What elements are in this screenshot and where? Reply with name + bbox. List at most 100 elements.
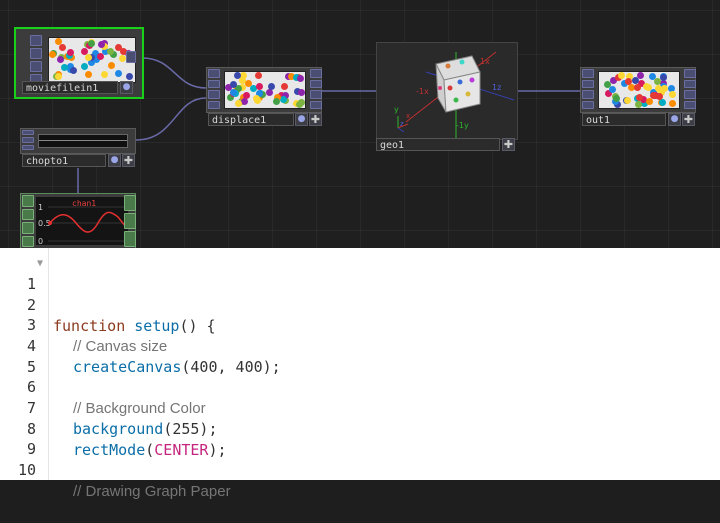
- confetti-dot: [97, 53, 104, 60]
- node-chopto1[interactable]: chopto1 ● ✚: [20, 128, 138, 170]
- node-input-ports[interactable]: [22, 195, 34, 247]
- confetti-dot: [88, 40, 95, 47]
- node-output-port[interactable]: [126, 51, 136, 63]
- confetti-dot: [266, 89, 273, 96]
- confetti-dot: [613, 95, 620, 102]
- confetti-dot: [49, 51, 56, 58]
- confetti-dot: [609, 86, 616, 93]
- confetti-dot: [632, 77, 639, 84]
- confetti-dot: [101, 71, 108, 78]
- preview-dots-image: [49, 38, 135, 82]
- node-label-chopto1[interactable]: chopto1: [22, 154, 106, 167]
- node-moviefilein1[interactable]: moviefilein1 ●: [14, 27, 144, 99]
- code-editor[interactable]: 1 ▼ function setup() { 2 3 // Canvas siz…: [0, 248, 720, 500]
- node-input-ports[interactable]: [22, 130, 34, 150]
- axis-label-y: y: [394, 105, 399, 114]
- node-output-ports[interactable]: [310, 69, 322, 109]
- out-preview: [598, 71, 680, 109]
- viewer-toggle-icon[interactable]: ●: [295, 113, 308, 126]
- node-network-editor[interactable]: moviefilein1 ● displace1 ● ✚ -1x 1x -1y …: [0, 0, 720, 248]
- axis-label-neg-y: -1y: [456, 121, 469, 130]
- moviefilein-preview: [48, 37, 136, 83]
- confetti-dot: [660, 74, 667, 81]
- code-line[interactable]: 9: [0, 418, 720, 458]
- confetti-dot: [115, 44, 122, 51]
- node-input-ports[interactable]: [30, 35, 42, 85]
- confetti-dot: [659, 99, 666, 106]
- gizmo-label-x: x: [406, 112, 410, 120]
- confetti-dot: [67, 49, 74, 56]
- confetti-dot: [234, 72, 241, 79]
- confetti-dot: [624, 97, 631, 104]
- confetti-dot: [649, 73, 656, 80]
- confetti-dot: [253, 95, 260, 102]
- geo-3d-viewport[interactable]: -1x 1x -1y y 1z z x: [376, 42, 516, 138]
- viewer-toggle-icon[interactable]: ●: [108, 154, 121, 167]
- chop-channel-name: chan1: [72, 199, 96, 208]
- node-displace1[interactable]: displace1 ● ✚: [206, 67, 324, 129]
- code-line[interactable]: 5: [0, 336, 720, 376]
- code-line[interactable]: 7 background(255);: [0, 377, 720, 438]
- confetti-dot: [625, 78, 632, 85]
- confetti-dot: [636, 94, 643, 101]
- chop-tick-1: 1: [38, 203, 43, 212]
- confetti-dot: [81, 63, 88, 70]
- confetti-dot: [119, 55, 126, 62]
- preview-dots-image: [225, 72, 305, 108]
- fold-arrow-icon[interactable]: ▼: [37, 253, 43, 274]
- confetti-dot: [61, 64, 68, 71]
- code-line[interactable]: 3 // Canvas size: [0, 294, 720, 355]
- node-input-ports[interactable]: [582, 69, 594, 109]
- node-output-ports[interactable]: [684, 69, 696, 109]
- viewer-toggle-icon[interactable]: ●: [120, 81, 133, 94]
- preview-dots-image: [599, 72, 679, 108]
- add-icon[interactable]: ✚: [502, 138, 515, 151]
- confetti-dot: [298, 89, 305, 96]
- node-label-moviefilein1[interactable]: moviefilein1: [22, 81, 118, 94]
- confetti-dot: [297, 75, 304, 82]
- confetti-dot: [126, 73, 133, 80]
- confetti-dot: [70, 67, 77, 74]
- confetti-dot: [634, 84, 641, 91]
- confetti-dot: [243, 92, 250, 99]
- wire-chopto-displace: [135, 97, 207, 141]
- node-chop-viewer[interactable]: chan1 1 0.5 0: [20, 193, 138, 248]
- node-input-ports[interactable]: [208, 69, 220, 109]
- axis-label-z: 1z: [492, 83, 501, 92]
- confetti-dot: [669, 100, 676, 107]
- comment-token: // Drawing Graph Paper: [73, 483, 231, 500]
- code-line[interactable]: 6 // Background Color: [0, 356, 720, 417]
- node-label-displace1[interactable]: displace1: [208, 113, 294, 126]
- node-geo1[interactable]: -1x 1x -1y y 1z z x geo1 ✚: [376, 42, 518, 154]
- node-out1[interactable]: out1 ● ✚: [580, 67, 698, 129]
- confetti-dot: [57, 56, 64, 63]
- add-icon[interactable]: ✚: [682, 113, 695, 126]
- axis-label-neg-x: -1x: [416, 87, 429, 96]
- confetti-dot: [643, 83, 650, 90]
- line-number: 10: [17, 461, 36, 479]
- add-icon[interactable]: ✚: [122, 154, 135, 167]
- confetti-dot: [655, 85, 662, 92]
- code-line[interactable]: 8 rectMode(CENTER);: [0, 398, 720, 459]
- confetti-dot: [281, 83, 288, 90]
- code-line[interactable]: 4 createCanvas(400, 400);: [0, 315, 720, 376]
- node-label-out1[interactable]: out1: [582, 113, 666, 126]
- confetti-dot: [235, 100, 242, 107]
- confetti-dot: [108, 62, 115, 69]
- add-icon[interactable]: ✚: [309, 113, 322, 126]
- confetti-dot: [296, 101, 303, 108]
- confetti-dot: [240, 72, 247, 79]
- confetti-dot: [273, 98, 280, 105]
- node-output-ports[interactable]: [124, 195, 136, 247]
- confetti-dot: [256, 83, 263, 90]
- code-line[interactable]: 2: [0, 274, 720, 314]
- chop-graph-viewer: chan1 1 0.5 0: [36, 197, 128, 245]
- code-line[interactable]: 10 // Drawing Graph Paper: [0, 439, 720, 500]
- viewer-toggle-icon[interactable]: ●: [668, 113, 681, 126]
- confetti-dot: [55, 73, 62, 80]
- axis-label-x: 1x: [480, 57, 490, 66]
- node-label-geo1[interactable]: geo1: [376, 138, 500, 151]
- confetti-dot: [280, 96, 287, 103]
- confetti-dot: [85, 71, 92, 78]
- code-line[interactable]: 1 ▼ function setup() {: [0, 253, 720, 335]
